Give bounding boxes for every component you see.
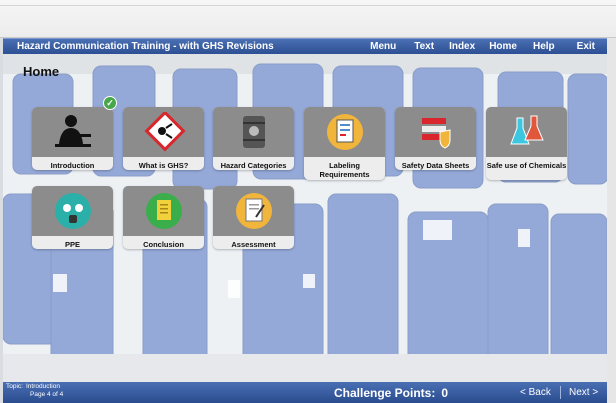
module-label: Labeling Requirements	[319, 161, 370, 179]
module-tile-introduction[interactable]: Introduction	[32, 107, 113, 170]
challenge-label: Challenge Points:	[334, 386, 436, 400]
nav-menu[interactable]: Menu	[370, 41, 396, 52]
module-label: Safety Data Sheets	[401, 161, 470, 170]
module-label: Assessment	[231, 240, 276, 249]
footer-bar: Topic: Introduction Page 4 of 4 Challenge…	[3, 382, 607, 403]
module-label: What is GHS?	[138, 161, 189, 170]
module-tile-hazard-categories[interactable]: Hazard Categories	[213, 107, 294, 170]
app-title: Hazard Communication Training - with GHS…	[17, 41, 274, 52]
module-label: Introduction	[50, 161, 95, 170]
completed-check-icon: ✓	[103, 96, 117, 110]
hazard-drum-icon	[213, 107, 294, 157]
module-tile-assessment[interactable]: Assessment	[213, 186, 294, 249]
nav-exit[interactable]: Exit	[577, 41, 595, 52]
module-tile-conclusion[interactable]: Conclusion	[123, 186, 204, 249]
nav-index[interactable]: Index	[449, 41, 475, 52]
module-label: Hazard Categories	[220, 161, 287, 170]
page-indicator: Page 4 of 4	[30, 391, 64, 398]
document-icon	[123, 186, 204, 236]
nav-text[interactable]: Text	[414, 41, 434, 52]
window-chrome	[0, 0, 616, 38]
module-label: PPE	[64, 240, 80, 249]
challenge-points: Challenge Points: 0	[334, 386, 448, 400]
home-stage: Home Introduction ✓ What is GHS? Hazard …	[3, 54, 607, 382]
topic-label: Topic:	[6, 383, 23, 390]
topic-value: Introduction	[25, 383, 60, 390]
module-tile-safety-data-sheets[interactable]: Safety Data Sheets	[395, 107, 476, 170]
assessment-notepad-icon	[213, 186, 294, 236]
window-edge	[607, 38, 616, 403]
back-button[interactable]: < Back	[520, 387, 551, 398]
module-tile-labeling-requirements[interactable]: Labeling Requirements	[304, 107, 385, 180]
module-tile-ppe[interactable]: PPE	[32, 186, 113, 249]
topic-info: Topic: Introduction Page 4 of 4	[6, 383, 63, 399]
chemical-flasks-icon	[486, 107, 567, 157]
top-nav: Menu Text Index Home Help Exit	[370, 41, 607, 52]
title-bar: Hazard Communication Training - with GHS…	[3, 38, 607, 54]
ghs-hazard-diamond-icon	[123, 107, 204, 157]
nav-home[interactable]: Home	[489, 41, 517, 52]
sds-shield-icon	[395, 107, 476, 157]
nav-help[interactable]: Help	[533, 41, 555, 52]
footer-divider	[560, 386, 561, 399]
challenge-points-value: 0	[441, 386, 449, 400]
page-title: Home	[23, 64, 60, 79]
clipboard-label-icon	[304, 107, 385, 157]
module-tile-safe-use-of-chemicals[interactable]: Safe use of Chemicals	[486, 107, 567, 180]
module-tile-what-is-ghs[interactable]: What is GHS?	[123, 107, 204, 170]
gas-mask-icon	[32, 186, 113, 236]
module-label: Safe use of Chemicals	[486, 161, 567, 170]
module-label: Conclusion	[143, 240, 184, 249]
person-at-desk-icon	[32, 107, 113, 157]
next-button[interactable]: Next >	[569, 387, 598, 398]
